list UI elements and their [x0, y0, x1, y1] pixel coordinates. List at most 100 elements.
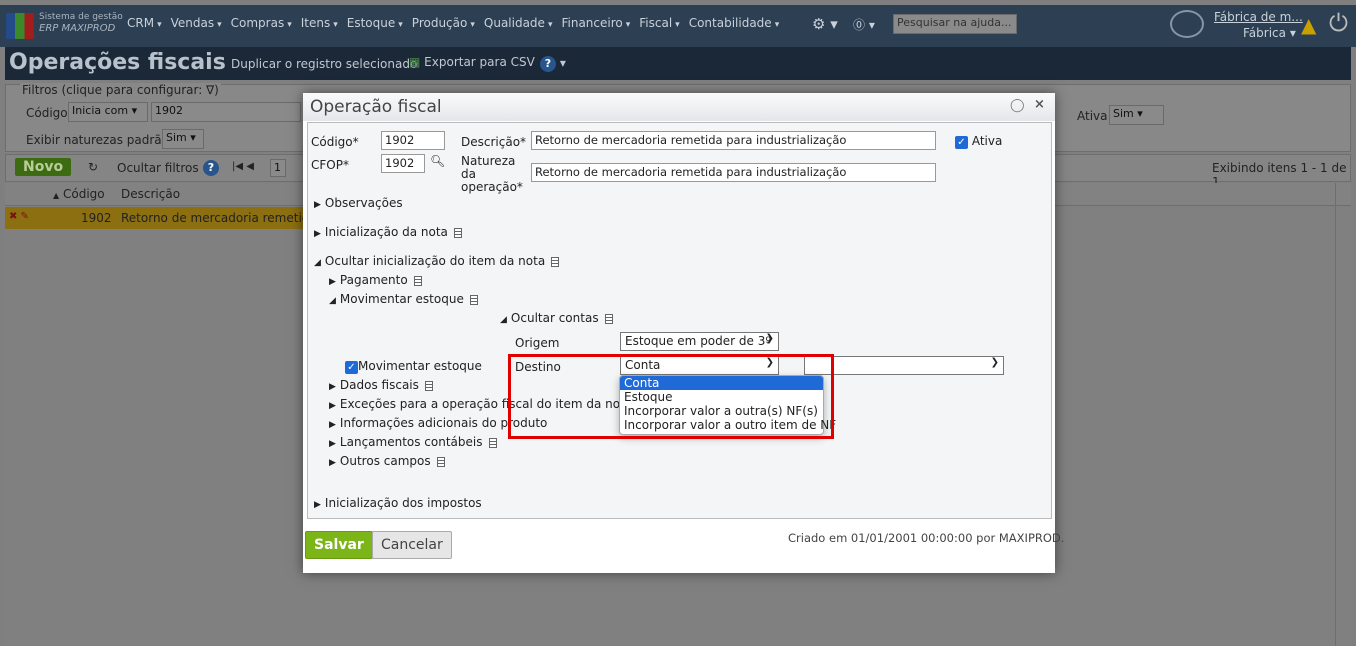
- section-observacoes[interactable]: ▶ Observações: [314, 196, 403, 210]
- chevron-down-icon: ▾: [774, 20, 780, 30]
- doc-icon: [413, 275, 422, 286]
- chevron-down-icon: ▾: [287, 20, 292, 30]
- new-button[interactable]: Novo: [15, 158, 72, 176]
- destino-account-select[interactable]: ❯: [804, 356, 1004, 375]
- help-icon[interactable]: ?: [203, 160, 219, 176]
- natureza-input[interactable]: Retorno de mercadoria remetida para indu…: [531, 163, 936, 182]
- ativa-filter-select[interactable]: Sim: [1113, 107, 1134, 120]
- main-menu: CRM ▾ Vendas ▾ Compras ▾ Itens ▾ Estoque ▾ Produçã…: [127, 16, 788, 30]
- help-icon[interactable]: ?: [540, 56, 556, 72]
- table-row[interactable]: ✖ ✎ 1902 Retorno de mercadoria remetida: [5, 207, 317, 229]
- chat-icon[interactable]: [1170, 10, 1204, 38]
- section-ocultar-item[interactable]: ◢ Ocultar inicialização do item da nota: [314, 254, 560, 268]
- duplicate-button[interactable]: Duplicar o registro selecionado: [231, 57, 417, 71]
- nav-item[interactable]: Itens: [301, 16, 330, 30]
- chevron-down-icon: ▾: [157, 20, 162, 30]
- dialog-header: Operação fiscal ◯ ×: [303, 93, 1055, 121]
- doc-icon: [436, 456, 445, 467]
- help-icon[interactable]: ⓪ ▾: [853, 16, 875, 33]
- chevron-down-icon: ▾: [217, 20, 222, 30]
- origem-label: Origem: [515, 336, 560, 350]
- search-icon[interactable]: 🔍︎: [430, 154, 445, 168]
- codigo-filter-input[interactable]: 1902: [151, 102, 301, 122]
- doc-icon: [424, 380, 433, 391]
- top-navigation: Sistema de gestão ERP MAXIPROD CRM ▾ Vendas…: [0, 5, 1356, 47]
- page-title: Operações fiscais: [9, 50, 226, 75]
- highlight-box: [508, 354, 834, 439]
- section-ocultar-contas[interactable]: ◢ Ocultar contas: [500, 311, 613, 325]
- codigo-label: Código*: [311, 135, 359, 149]
- naturezas-select[interactable]: Sim: [166, 131, 187, 144]
- ativa-filter-label: Ativa: [1077, 109, 1108, 123]
- nav-item[interactable]: Fiscal: [639, 16, 672, 30]
- row-codigo: 1902: [81, 211, 112, 225]
- codigo-operator-select[interactable]: Inicia com: [72, 104, 128, 117]
- chevron-down-icon: ▾: [625, 20, 631, 30]
- doc-icon: [551, 256, 560, 267]
- nav-item[interactable]: Estoque: [347, 16, 396, 30]
- hide-filters-button[interactable]: Ocultar filtros: [117, 161, 199, 175]
- page-number[interactable]: 1: [270, 159, 286, 177]
- page-header: Operações fiscais Duplicar o registro se…: [5, 47, 1351, 80]
- power-icon[interactable]: ⏻: [1329, 9, 1348, 37]
- nav-item[interactable]: Qualidade: [484, 16, 545, 30]
- nav-item[interactable]: Produção: [412, 16, 468, 30]
- doc-icon: [604, 313, 613, 324]
- chevron-down-icon: ▾: [675, 20, 680, 30]
- column-descricao[interactable]: Descrição: [121, 187, 180, 201]
- delete-icon[interactable]: ✖ ✎: [9, 211, 29, 222]
- company-link[interactable]: Fábrica de m...: [1214, 10, 1303, 24]
- ativa-label: Ativa: [971, 134, 1003, 148]
- doc-icon: [453, 227, 462, 238]
- grid-scrollbar[interactable]: [1335, 183, 1351, 646]
- nav-item[interactable]: Vendas: [171, 16, 215, 30]
- codigo-input[interactable]: 1902: [381, 131, 445, 150]
- ativa-checkbox[interactable]: ✓: [955, 136, 968, 149]
- close-icon[interactable]: ×: [1034, 97, 1045, 112]
- warning-icon[interactable]: ▲: [1301, 13, 1316, 37]
- column-codigo[interactable]: Código: [63, 187, 105, 201]
- export-csv-button[interactable]: Exportar para CSV: [424, 55, 535, 69]
- section-pagamento[interactable]: ▶ Pagamento: [329, 273, 422, 287]
- logo-line2: ERP MAXIPROD: [39, 23, 116, 34]
- comment-icon[interactable]: ◯: [1010, 98, 1025, 113]
- dialog-title: Operação fiscal: [310, 97, 442, 117]
- naturezas-label: Exibir naturezas padrão: [26, 133, 169, 147]
- created-info: Criado em 01/01/2001 00:00:00 por MAXIPR…: [788, 531, 1065, 545]
- chevron-down-icon: ▾: [398, 20, 403, 30]
- doc-icon: [469, 294, 478, 305]
- section-lancamentos[interactable]: ▶ Lançamentos contábeis: [329, 435, 497, 449]
- doc-icon: [488, 437, 497, 448]
- logo-icon: [6, 13, 34, 39]
- nav-item[interactable]: Contabilidade: [689, 16, 772, 30]
- logo-line1: Sistema de gestão: [39, 12, 123, 22]
- nav-item[interactable]: CRM: [127, 16, 154, 30]
- gear-icon[interactable]: ⚙ ▾: [812, 15, 838, 33]
- logo-text: Sistema de gestão ERP MAXIPROD: [39, 12, 123, 34]
- refresh-icon[interactable]: ↻: [88, 160, 98, 174]
- chevron-down-icon: ▾: [333, 20, 338, 30]
- section-outros[interactable]: ▶ Outros campos: [329, 454, 445, 468]
- origem-select[interactable]: Estoque em poder de 3º ❯: [620, 332, 779, 351]
- chevron-down-icon: ▾: [547, 20, 553, 30]
- descricao-label: Descrição*: [461, 135, 527, 149]
- section-inicializacao-nota[interactable]: ▶ Inicialização da nota: [314, 225, 462, 239]
- natureza-label: operação*: [461, 180, 523, 194]
- section-dados-fiscais[interactable]: ▶ Dados fiscais: [329, 378, 433, 392]
- filter-icon[interactable]: ∇: [206, 83, 214, 97]
- nav-item[interactable]: Financeiro: [561, 16, 622, 30]
- cfop-input[interactable]: 1902: [381, 154, 425, 173]
- descricao-input[interactable]: Retorno de mercadoria remetida para indu…: [531, 131, 936, 150]
- excel-icon: ▦: [409, 55, 421, 69]
- operacao-fiscal-dialog: Operação fiscal ◯ × Código* 1902 CFOP* 1…: [303, 93, 1064, 573]
- section-movimentar[interactable]: ◢ Movimentar estoque: [329, 292, 478, 306]
- unit-selector[interactable]: Fábrica: [1243, 26, 1286, 40]
- help-search-input[interactable]: Pesquisar na ajuda...: [893, 14, 1017, 34]
- movimentar-checkbox[interactable]: ✓: [345, 361, 358, 374]
- first-page-icon[interactable]: |◀ ◀: [232, 161, 254, 172]
- save-button[interactable]: Salvar: [305, 531, 373, 559]
- codigo-filter-label: Código: [26, 106, 68, 120]
- nav-item[interactable]: Compras: [231, 16, 285, 30]
- cancel-button[interactable]: Cancelar: [372, 531, 452, 559]
- section-impostos[interactable]: ▶ Inicialização dos impostos: [314, 496, 482, 510]
